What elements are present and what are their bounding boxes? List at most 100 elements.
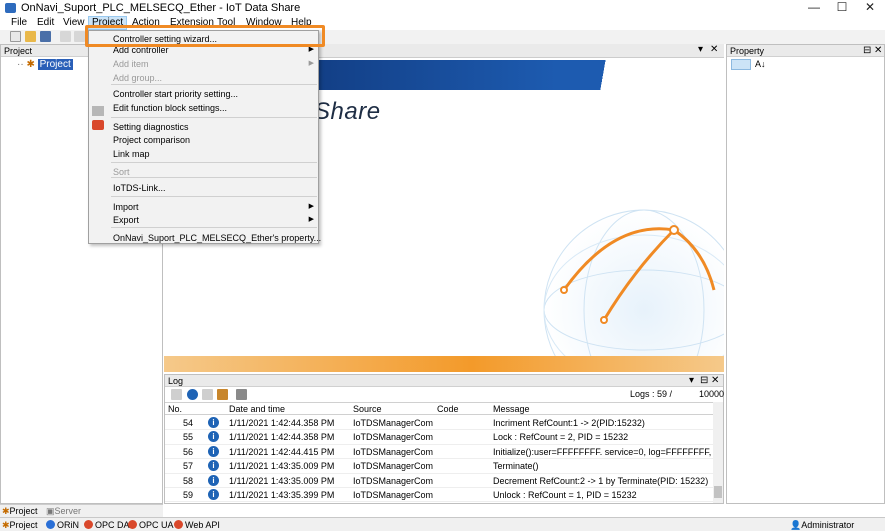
status-opc-da-label: OPC DA <box>95 520 130 530</box>
globe-graphic <box>543 209 724 360</box>
log-panel-header: Log ▾ ⊟ ✕ <box>165 375 723 387</box>
open-folder-icon[interactable] <box>25 31 36 42</box>
menu-item-export[interactable]: Export ▶ <box>113 215 314 225</box>
menu-item-label: Edit function block settings... <box>113 103 228 113</box>
filter-icon[interactable] <box>236 389 247 400</box>
menu-item-add-group: Add group... <box>113 73 313 83</box>
alpha-sort-icon[interactable]: A↓ <box>755 59 766 69</box>
menu-item-link-map[interactable]: Link map <box>113 149 313 159</box>
menu-item-import[interactable]: Import ▶ <box>113 202 314 212</box>
table-row[interactable]: 59 1/11/2021 1:43:35.399 PM IoTDSManagerCo… <box>165 488 713 503</box>
col-message[interactable]: Message <box>493 404 530 414</box>
menu-item-project-comparison[interactable]: Project comparison <box>113 135 313 145</box>
table-row[interactable]: 56 1/11/2021 1:42:44.415 PM IoTDSManagerCo… <box>165 445 713 460</box>
table-row[interactable]: 54 1/11/2021 1:42:44.358 PM IoTDSManagerCo… <box>165 416 713 431</box>
app-icon <box>5 3 16 13</box>
menu-item-sort: Sort <box>113 167 313 177</box>
categorized-sort-icon[interactable] <box>731 59 751 70</box>
submenu-arrow-icon: ▶ <box>308 216 314 223</box>
log-scroll-thumb[interactable] <box>714 486 722 498</box>
cell-date-time: 1/11/2021 1:43:35.009 PM <box>229 461 335 472</box>
highlight-box <box>85 25 325 47</box>
menu-item-setting-diagnostics[interactable]: Setting diagnostics <box>113 122 313 132</box>
status-web-api: Web API <box>174 520 220 530</box>
menu-item-iotds-link[interactable]: IoTDS-Link... <box>113 183 313 193</box>
menu-item-controller-start-priority-setting[interactable]: Controller start priority setting... <box>113 89 313 99</box>
log-scrollbar[interactable] <box>713 402 723 503</box>
menu-item-onnavi-suport-plc-melsecq-ether-s-property[interactable]: OnNavi_Suport_PLC_MELSECQ_Ether's proper… <box>113 233 321 243</box>
menu-separator <box>111 117 317 118</box>
project-menu: Controller setting wizard... Add controll… <box>88 30 321 244</box>
table-row[interactable]: 57 1/11/2021 1:43:35.009 PM IoTDSManagerCo… <box>165 459 713 474</box>
property-panel: Property ⊟ ✕ A↓ <box>726 44 885 504</box>
col-no[interactable]: No. <box>168 404 182 414</box>
save-icon[interactable] <box>40 31 51 42</box>
menu-file[interactable]: File <box>11 17 27 28</box>
diagnostics-icon <box>92 120 104 130</box>
clear-log-icon[interactable] <box>171 389 182 400</box>
minimize-button[interactable]: — <box>800 0 828 16</box>
download-icon[interactable] <box>187 389 198 400</box>
menu-item-label: Export <box>113 215 140 225</box>
log-table-body: 54 1/11/2021 1:42:44.358 PM IoTDSManagerCo… <box>165 416 713 503</box>
cell-date-time: 1/11/2021 1:43:35.009 PM <box>229 475 335 486</box>
menu-edit[interactable]: Edit <box>37 17 54 28</box>
tab-server[interactable]: ▣Server <box>46 506 81 517</box>
cell-no: 57 <box>182 461 193 472</box>
close-icon[interactable]: ✕ <box>874 45 882 57</box>
pin-icon[interactable]: ⊟ <box>700 375 708 387</box>
cell-date-time: 1/11/2021 1:43:35.399 PM <box>229 490 335 500</box>
status-project-label: Project <box>9 520 38 530</box>
log-panel-title: Log <box>168 376 184 386</box>
close-button[interactable]: ✕ <box>856 0 884 16</box>
cell-source: IoTDSManagerCom <box>353 461 434 472</box>
cell-message: Terminate() <box>493 461 539 472</box>
maximize-button[interactable]: ☐ <box>828 0 856 16</box>
brush-icon[interactable] <box>217 389 228 400</box>
status-opc-ua-label: OPC UA <box>139 520 174 530</box>
close-icon[interactable]: ✕ <box>711 375 719 387</box>
col-code[interactable]: Code <box>437 404 459 414</box>
menu-item-label: OnNavi_Suport_PLC_MELSECQ_Ether's proper… <box>113 233 322 243</box>
copy-icon[interactable] <box>60 31 71 42</box>
col-source[interactable]: Source <box>353 404 382 414</box>
tab-project[interactable]: ✱Project <box>2 506 38 517</box>
splash-logo-text: Share <box>314 98 381 125</box>
menu-item-label: Link map <box>113 149 150 159</box>
info-icon: i <box>208 431 219 443</box>
doc-dropdown-icon[interactable]: ▾ <box>698 44 703 55</box>
cell-date-time: 1/11/2021 1:42:44.358 PM <box>229 418 335 428</box>
log-dropdown-icon[interactable]: ▾ <box>689 375 694 387</box>
tab-server-label: Server <box>54 506 82 516</box>
stop-icon <box>128 520 137 529</box>
cell-date-time: 1/11/2021 1:42:44.415 PM <box>229 446 335 457</box>
cell-no: 59 <box>182 490 193 500</box>
menu-view[interactable]: View <box>63 17 85 28</box>
pin-icon[interactable]: ⊟ <box>863 45 871 57</box>
cell-source: IoTDSManagerCom <box>353 432 434 443</box>
stop-icon <box>174 520 183 529</box>
project-tab-icon: ✱ <box>2 506 10 516</box>
cell-source: IoTDSManagerCom <box>353 490 434 500</box>
new-file-icon[interactable] <box>10 31 21 42</box>
copy-icon[interactable] <box>202 389 213 400</box>
cell-message: Unlock : RefCount = 1, PID = 15232 <box>493 490 637 500</box>
table-row[interactable]: 55 1/11/2021 1:42:44.358 PM IoTDSManagerCo… <box>165 430 713 445</box>
menu-item-label: Import <box>113 202 139 212</box>
menu-item-add-item: Add item ▶ <box>113 59 314 69</box>
menu-item-edit-function-block-settings[interactable]: Edit function block settings... <box>113 103 313 113</box>
status-user-label: Administrator <box>801 520 855 530</box>
property-panel-header: Property ⊟ ✕ <box>727 45 884 57</box>
col-date-time[interactable]: Date and time <box>229 404 285 414</box>
paste-icon[interactable] <box>74 31 85 42</box>
table-row[interactable]: 58 1/11/2021 1:43:35.009 PM IoTDSManagerCo… <box>165 474 713 488</box>
stop-icon <box>84 520 93 529</box>
tree-item-project[interactable]: ·· ✱ Project <box>17 59 73 70</box>
cell-no: 58 <box>182 475 193 486</box>
doc-close-icon[interactable]: ✕ <box>710 44 718 55</box>
server-tab-icon: ▣ <box>46 506 55 516</box>
user-icon: 👤 <box>790 520 802 530</box>
info-icon: i <box>208 445 219 457</box>
menu-separator <box>111 84 317 85</box>
log-table-header: No. Date and time Source Code Message <box>165 402 713 415</box>
